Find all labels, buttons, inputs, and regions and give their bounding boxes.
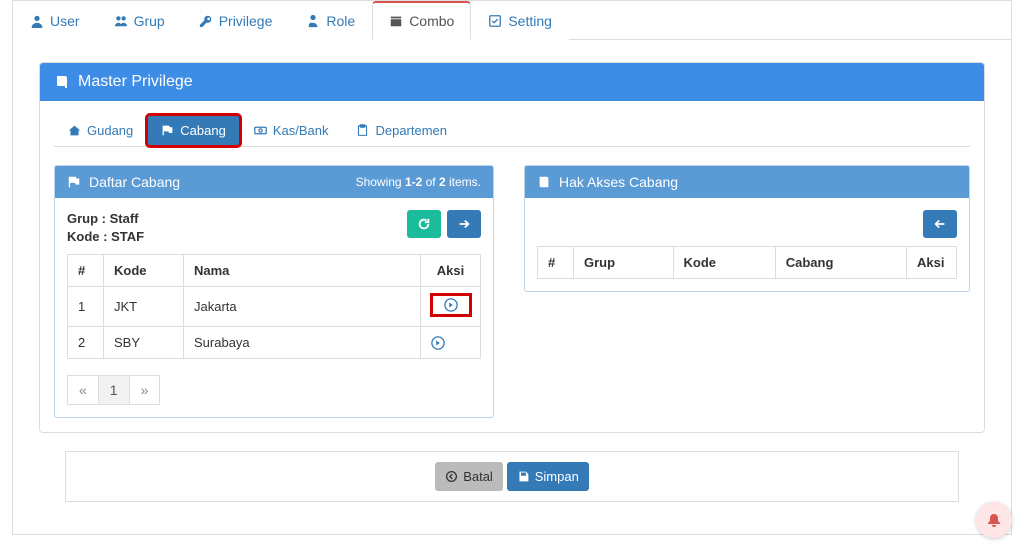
col-nama: Nama (184, 255, 421, 287)
clipboard-icon (356, 124, 369, 137)
batal-button[interactable]: Batal (435, 462, 503, 491)
book-icon (537, 175, 551, 189)
back-icon (445, 470, 458, 483)
tab-role[interactable]: Role (289, 1, 372, 40)
pager-next[interactable]: » (129, 375, 161, 405)
master-privilege-panel: Master Privilege Gudang Cabang Kas/Bank (39, 62, 985, 433)
subtab-gudang-label: Gudang (87, 123, 133, 138)
home-icon (68, 124, 81, 137)
grup-kode-info: Grup : Staff Kode : STAF (67, 210, 144, 246)
book-icon (54, 74, 70, 90)
notification-badge[interactable] (976, 502, 1012, 538)
remove-all-button[interactable] (923, 210, 957, 238)
row-action-add[interactable] (431, 336, 470, 350)
bell-icon (986, 512, 1002, 528)
arrow-left-icon (933, 217, 947, 231)
col-no: # (538, 247, 574, 279)
refresh-button[interactable] (407, 210, 441, 238)
panel-header: Master Privilege (40, 63, 984, 101)
flag-icon (67, 175, 81, 189)
pager-prev[interactable]: « (67, 375, 98, 405)
subtab-departemen-label: Departemen (375, 123, 447, 138)
col-aksi: Aksi (907, 247, 957, 279)
tab-setting-label: Setting (508, 13, 552, 29)
subtab-kasbank[interactable]: Kas/Bank (240, 115, 343, 146)
akses-table: # Grup Kode Cabang Aksi (537, 246, 957, 279)
tab-combo-label: Combo (409, 13, 454, 29)
col-grup: Grup (574, 247, 674, 279)
panel-title: Master Privilege (78, 73, 193, 91)
table-row: 1 JKT Jakarta (68, 287, 481, 327)
cabang-table: # Kode Nama Aksi 1 JKT Jakarta (67, 254, 481, 359)
daftar-cabang-title: Daftar Cabang (89, 174, 180, 190)
subtab-cabang[interactable]: Cabang (147, 115, 240, 146)
sub-tabs: Gudang Cabang Kas/Bank Departemen (54, 115, 970, 147)
col-kode: Kode (104, 255, 184, 287)
arrow-right-circle-icon (431, 336, 445, 350)
arrow-right-icon (457, 217, 471, 231)
row-action-add[interactable] (432, 295, 470, 315)
showing-text: Showing 1-2 of 2 items. (356, 175, 481, 189)
subtab-departemen[interactable]: Departemen (342, 115, 461, 146)
subtab-gudang[interactable]: Gudang (54, 115, 147, 146)
tab-role-label: Role (326, 13, 355, 29)
top-tabs: User Grup Privilege Role Combo Setting (13, 1, 1011, 40)
cash-icon (254, 124, 267, 137)
footer-bar: Batal Simpan (65, 451, 959, 502)
subtab-cabang-label: Cabang (180, 123, 226, 138)
tab-combo[interactable]: Combo (372, 1, 471, 40)
tab-user[interactable]: User (13, 1, 97, 40)
table-row: 2 SBY Surabaya (68, 327, 481, 359)
tab-setting[interactable]: Setting (471, 1, 569, 40)
col-kode: Kode (673, 247, 775, 279)
tab-user-label: User (50, 13, 80, 29)
subtab-kasbank-label: Kas/Bank (273, 123, 329, 138)
tab-privilege[interactable]: Privilege (182, 1, 290, 40)
arrow-right-circle-icon (444, 298, 458, 312)
tab-grup[interactable]: Grup (97, 1, 182, 40)
hak-akses-title: Hak Akses Cabang (559, 174, 678, 190)
col-no: # (68, 255, 104, 287)
flag-icon (161, 124, 174, 137)
add-all-button[interactable] (447, 210, 481, 238)
simpan-button[interactable]: Simpan (507, 462, 589, 491)
tab-privilege-label: Privilege (219, 13, 273, 29)
daftar-cabang-card: Daftar Cabang Showing 1-2 of 2 items. Gr… (54, 165, 494, 418)
tab-grup-label: Grup (134, 13, 165, 29)
pager-page-1[interactable]: 1 (98, 375, 129, 405)
save-icon (517, 470, 530, 483)
pagination: « 1 » (67, 375, 481, 405)
col-cabang: Cabang (775, 247, 906, 279)
col-aksi: Aksi (421, 255, 481, 287)
refresh-icon (417, 217, 431, 231)
hak-akses-card: Hak Akses Cabang # (524, 165, 970, 292)
